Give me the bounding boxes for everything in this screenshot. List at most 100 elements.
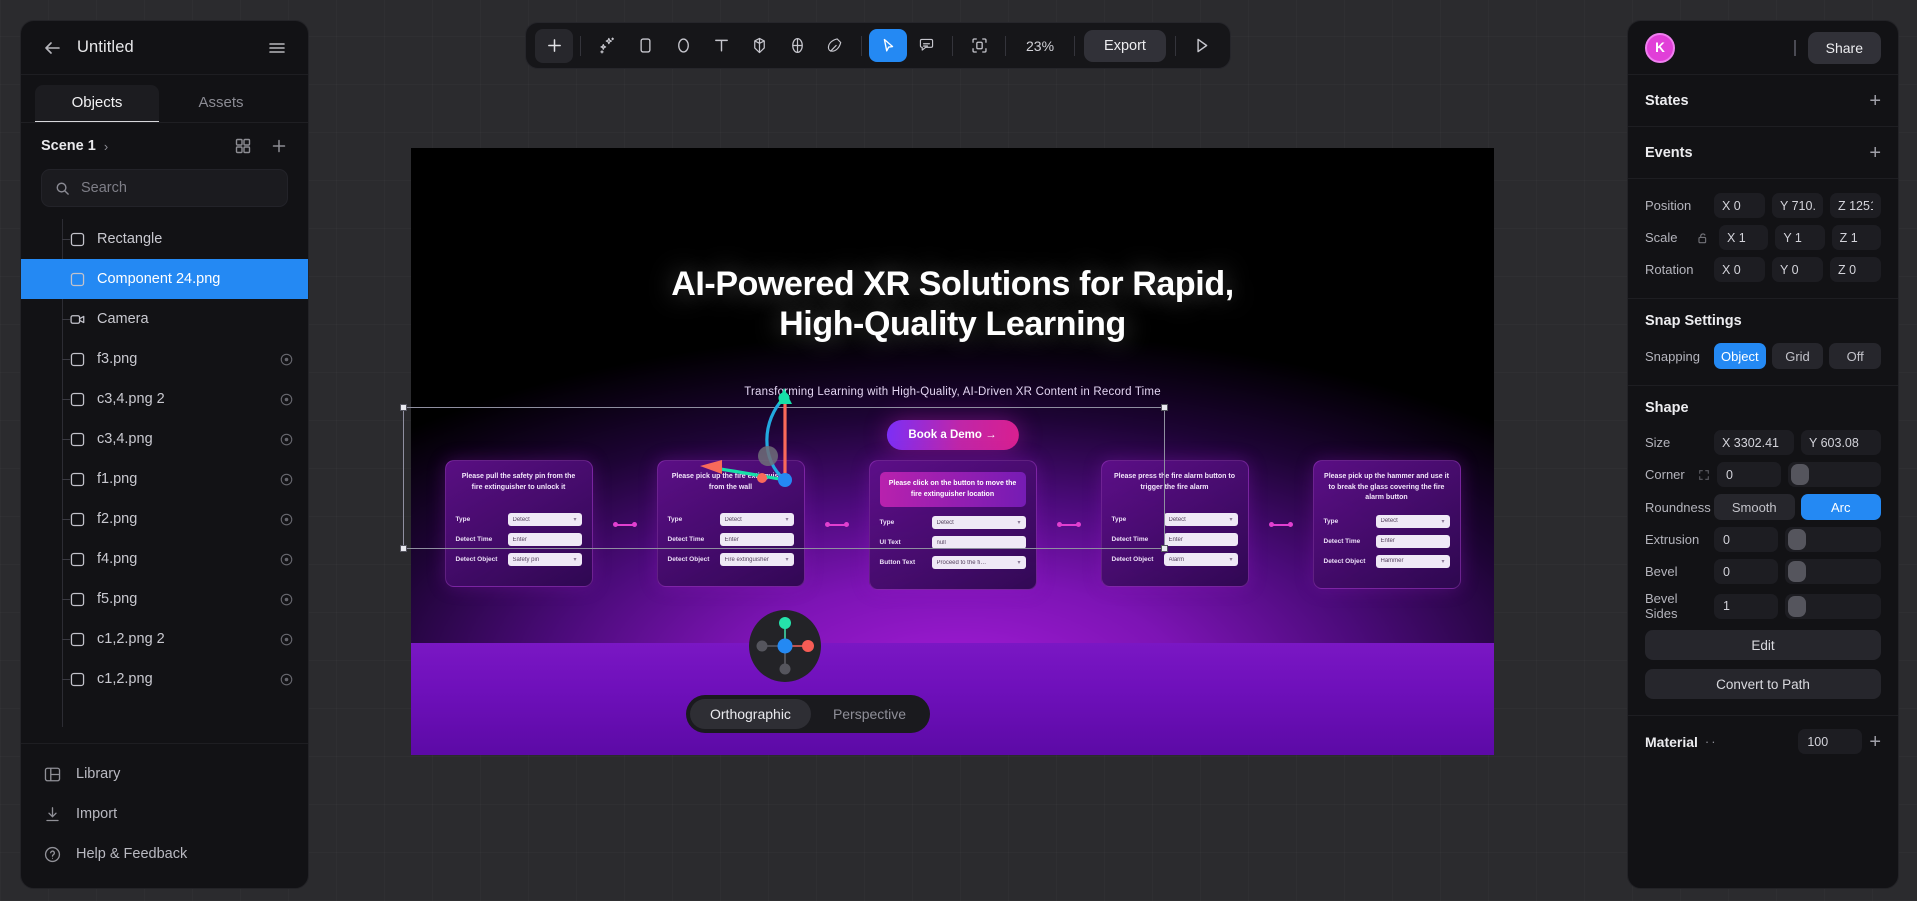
node-field-row[interactable]: UI Text null bbox=[880, 536, 1026, 549]
artboard-slide[interactable]: AI-Powered XR Solutions for Rapid, High-… bbox=[411, 148, 1494, 755]
object-list-item[interactable]: f3.png bbox=[21, 339, 308, 379]
text-icon[interactable] bbox=[702, 29, 740, 62]
bevel-slider[interactable] bbox=[1785, 559, 1881, 584]
node-field-input[interactable]: Safety pin ▾ bbox=[507, 553, 582, 566]
visibility-toggle-icon[interactable] bbox=[279, 512, 294, 527]
node-field-row[interactable]: Detect Time Enter bbox=[1324, 534, 1450, 548]
slide-cta-button[interactable]: Book a Demo → bbox=[886, 420, 1019, 450]
object-list-item[interactable]: c1,2.png bbox=[21, 659, 308, 699]
object-list-item[interactable]: f2.png bbox=[21, 499, 308, 539]
object-list-item[interactable]: f4.png bbox=[21, 539, 308, 579]
sphere-icon[interactable] bbox=[778, 29, 816, 62]
sidebar-item-help[interactable]: Help & Feedback bbox=[21, 834, 308, 874]
node-field-input[interactable]: null bbox=[931, 536, 1026, 549]
node-field-row[interactable]: Detect Object Safety pin ▾ bbox=[456, 553, 582, 566]
roundness-option-arc[interactable]: Arc bbox=[1800, 494, 1881, 520]
scale-x-field[interactable]: X 1 bbox=[1719, 225, 1769, 250]
bevel-value[interactable]: 0 bbox=[1714, 559, 1778, 584]
node-field-row[interactable]: Detect Object Alarm ▾ bbox=[1112, 553, 1238, 566]
node-card[interactable]: Please pick up the hammer and use it to … bbox=[1312, 460, 1461, 589]
node-field-input[interactable]: Detect ▾ bbox=[1163, 513, 1238, 526]
search-box[interactable] bbox=[41, 169, 288, 207]
export-button[interactable]: Export bbox=[1084, 29, 1166, 62]
visibility-toggle-icon[interactable] bbox=[279, 472, 294, 487]
rotation-y-field[interactable]: Y 0 bbox=[1772, 257, 1823, 282]
position-z-field[interactable]: Z 1251.8 bbox=[1830, 193, 1881, 218]
object-list-item[interactable]: Camera bbox=[21, 299, 308, 339]
visibility-toggle-icon[interactable] bbox=[279, 552, 294, 567]
rotation-z-field[interactable]: Z 0 bbox=[1830, 257, 1881, 282]
object-list-item[interactable]: c1,2.png 2 bbox=[21, 619, 308, 659]
convert-to-path-button[interactable]: Convert to Path bbox=[1645, 669, 1881, 699]
extrusion-slider[interactable] bbox=[1785, 527, 1881, 552]
visibility-toggle-icon[interactable] bbox=[279, 392, 294, 407]
node-field-row[interactable]: Button Text Proceed to the fi… ▾ bbox=[880, 556, 1026, 569]
corner-slider[interactable] bbox=[1788, 462, 1881, 487]
cube-icon[interactable] bbox=[740, 29, 778, 62]
add-object-icon[interactable] bbox=[270, 137, 288, 155]
edit-button[interactable]: Edit bbox=[1645, 630, 1881, 660]
projection-perspective-button[interactable]: Perspective bbox=[813, 699, 926, 729]
node-field-input[interactable]: Detect ▾ bbox=[719, 513, 794, 526]
node-field-input[interactable]: Fire extinguisher ▾ bbox=[719, 553, 794, 566]
node-field-input[interactable]: Enter bbox=[719, 533, 794, 546]
zoom-level[interactable]: 23% bbox=[1013, 38, 1067, 54]
share-button[interactable]: Share bbox=[1807, 31, 1881, 64]
node-field-row[interactable]: Type Detect ▾ bbox=[668, 513, 794, 526]
tab-objects[interactable]: Objects bbox=[35, 85, 159, 122]
chevron-right-icon[interactable]: › bbox=[104, 139, 108, 154]
visibility-toggle-icon[interactable] bbox=[279, 672, 294, 687]
play-icon[interactable] bbox=[1183, 29, 1221, 62]
snapping-option-object[interactable]: Object bbox=[1714, 343, 1766, 369]
project-title[interactable]: Untitled bbox=[77, 38, 252, 57]
bevel-sides-slider-knob[interactable] bbox=[1788, 595, 1806, 617]
snapping-option-grid[interactable]: Grid bbox=[1771, 343, 1824, 369]
orbit-gizmo[interactable] bbox=[749, 610, 821, 682]
ai-magic-icon[interactable] bbox=[588, 29, 626, 62]
cursor-icon[interactable] bbox=[869, 29, 907, 62]
node-field-input[interactable]: Alarm ▾ bbox=[1163, 553, 1238, 566]
snapping-options[interactable]: Object Grid Off bbox=[1714, 343, 1882, 369]
comment-icon[interactable] bbox=[907, 29, 945, 62]
arrow-left-icon[interactable] bbox=[41, 37, 63, 59]
unlock-icon[interactable] bbox=[1696, 231, 1710, 245]
visibility-toggle-icon[interactable] bbox=[279, 432, 294, 447]
extrusion-value[interactable]: 0 bbox=[1714, 527, 1778, 552]
resize-handle-top-left[interactable] bbox=[400, 404, 407, 411]
node-field-row[interactable]: Detect Time Enter bbox=[456, 533, 582, 546]
node-field-input[interactable]: Detect ▾ bbox=[507, 513, 582, 526]
tab-assets[interactable]: Assets bbox=[159, 85, 283, 122]
sidebar-item-import[interactable]: Import bbox=[21, 794, 308, 834]
bevel-slider-knob[interactable] bbox=[1788, 561, 1806, 582]
position-y-field[interactable]: Y 710.4 bbox=[1772, 193, 1823, 218]
search-input[interactable] bbox=[81, 180, 274, 196]
node-card[interactable]: Please pull the safety pin from the fire… bbox=[444, 460, 593, 587]
rectangle-icon[interactable] bbox=[626, 29, 664, 62]
material-value[interactable]: 100 bbox=[1798, 729, 1863, 754]
node-field-row[interactable]: Type Detect ▾ bbox=[880, 516, 1026, 529]
node-field-input[interactable]: Proceed to the fi… ▾ bbox=[931, 556, 1026, 569]
object-list[interactable]: Rectangle Component 24.png Camera f3.png c3,… bbox=[21, 219, 308, 743]
node-field-input[interactable]: Detect ▾ bbox=[1375, 514, 1450, 528]
object-list-item[interactable]: c3,4.png bbox=[21, 419, 308, 459]
node-field-row[interactable]: Type Detect ▾ bbox=[1324, 514, 1450, 528]
object-list-item[interactable]: Component 24.png bbox=[21, 259, 308, 299]
scale-y-field[interactable]: Y 1 bbox=[1775, 225, 1825, 250]
projection-orthographic-button[interactable]: Orthographic bbox=[690, 699, 811, 729]
sidebar-item-library[interactable]: Library bbox=[21, 754, 308, 794]
rotation-x-field[interactable]: X 0 bbox=[1714, 257, 1765, 282]
add-state-icon[interactable]: + bbox=[1869, 91, 1881, 111]
hamburger-menu-icon[interactable] bbox=[266, 37, 288, 59]
pen-icon[interactable] bbox=[816, 29, 854, 62]
scene-row[interactable]: Scene 1 › bbox=[21, 123, 308, 167]
size-y-field[interactable]: Y 603.08 bbox=[1801, 430, 1881, 455]
object-list-item[interactable]: f5.png bbox=[21, 579, 308, 619]
extrusion-slider-knob[interactable] bbox=[1788, 529, 1806, 550]
scale-z-field[interactable]: Z 1 bbox=[1831, 225, 1881, 250]
add-event-icon[interactable]: + bbox=[1869, 143, 1881, 163]
avatar[interactable]: K bbox=[1645, 32, 1675, 63]
corner-slider-knob[interactable] bbox=[1791, 464, 1809, 485]
node-field-input[interactable]: Enter bbox=[1375, 534, 1450, 548]
grid-view-icon[interactable] bbox=[234, 137, 252, 155]
bevel-sides-value[interactable]: 1 bbox=[1714, 593, 1778, 619]
